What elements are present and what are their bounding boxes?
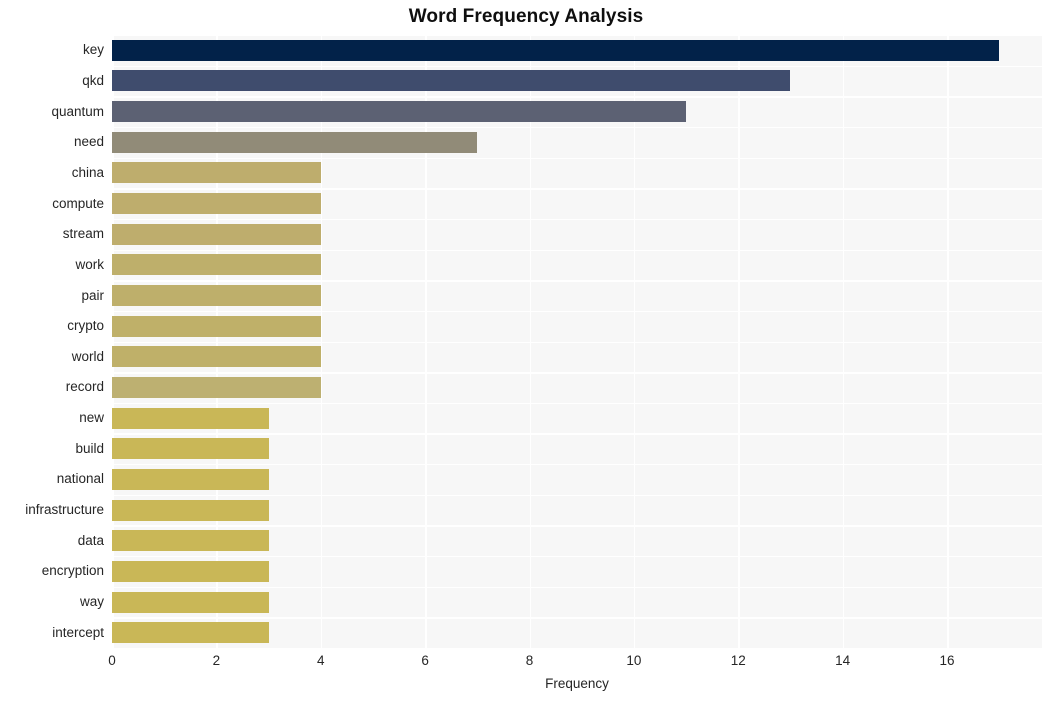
x-tick-label-2: 2 <box>212 653 221 668</box>
bar-china[interactable] <box>112 162 321 184</box>
bar-row[interactable] <box>112 499 1042 521</box>
y-tick-label-need: need <box>73 134 104 150</box>
bar-row[interactable] <box>112 70 1042 92</box>
y-tick-label-quantum: quantum <box>51 103 104 119</box>
y-tick-label-key: key <box>82 42 104 58</box>
y-tick-label-encryption: encryption <box>41 563 104 579</box>
bar-row[interactable] <box>112 162 1042 184</box>
bar-row[interactable] <box>112 407 1042 429</box>
bar-row[interactable] <box>112 223 1042 245</box>
bar-row[interactable] <box>112 315 1042 337</box>
bar-row[interactable] <box>112 193 1042 215</box>
y-tick-label-china: china <box>71 164 104 180</box>
bar-row[interactable] <box>112 254 1042 276</box>
x-tick-label-16: 16 <box>939 653 955 668</box>
x-tick-label-14: 14 <box>835 653 851 668</box>
bar-qkd[interactable] <box>112 70 791 92</box>
bar-row[interactable] <box>112 468 1042 490</box>
y-axis-tick-labels: key qkd quantum need china compute stream work p… <box>0 35 104 648</box>
bar-row[interactable] <box>112 131 1042 153</box>
bar-world[interactable] <box>112 346 321 368</box>
y-tick-label-new: new <box>79 410 104 426</box>
y-tick-label-build: build <box>75 440 104 456</box>
y-tick-label-compute: compute <box>52 195 104 211</box>
bar-row[interactable] <box>112 346 1042 368</box>
bar-row[interactable] <box>112 560 1042 582</box>
bar-row[interactable] <box>112 101 1042 123</box>
x-tick-label-4: 4 <box>316 653 325 668</box>
bar-way[interactable] <box>112 591 269 613</box>
x-tick-label-12: 12 <box>730 653 746 668</box>
plot-area <box>112 35 1042 650</box>
y-tick-label-pair: pair <box>81 287 104 303</box>
bar-record[interactable] <box>112 376 321 398</box>
bar-encryption[interactable] <box>112 560 269 582</box>
y-tick-label-crypto: crypto <box>67 318 104 334</box>
bar-build[interactable] <box>112 438 269 460</box>
x-tick-label-10: 10 <box>626 653 642 668</box>
bar-work[interactable] <box>112 254 321 276</box>
bar-row[interactable] <box>112 376 1042 398</box>
y-tick-label-national: national <box>56 471 104 487</box>
bar-row[interactable] <box>112 285 1042 307</box>
x-tick-label-8: 8 <box>525 653 534 668</box>
page-title: Word Frequency Analysis <box>408 6 644 27</box>
y-tick-label-world: world <box>71 348 104 364</box>
bar-quantum[interactable] <box>112 101 687 123</box>
bar-national[interactable] <box>112 468 269 490</box>
y-tick-label-stream: stream <box>62 226 104 242</box>
bars-layer <box>112 35 1042 648</box>
bar-row[interactable] <box>112 622 1042 644</box>
y-tick-label-record: record <box>65 379 104 395</box>
bar-need[interactable] <box>112 131 478 153</box>
x-axis-title: Frequency <box>545 676 609 691</box>
y-tick-label-qkd: qkd <box>82 72 104 88</box>
y-tick-label-intercept: intercept <box>52 624 104 640</box>
chart-figure: Word Frequency Analysis key qkd quantum nee… <box>0 0 1052 701</box>
bar-row[interactable] <box>112 438 1042 460</box>
y-tick-label-infrastructure: infrastructure <box>25 502 104 518</box>
bar-new[interactable] <box>112 407 269 429</box>
x-tick-label-0: 0 <box>108 653 116 668</box>
bar-data[interactable] <box>112 530 269 552</box>
bar-crypto[interactable] <box>112 315 321 337</box>
x-axis-tick-labels: 0 2 4 6 8 10 12 14 16 <box>0 648 1052 678</box>
bar-pair[interactable] <box>112 285 321 307</box>
bar-infrastructure[interactable] <box>112 499 269 521</box>
x-tick-label-6: 6 <box>421 653 429 668</box>
bar-compute[interactable] <box>112 193 321 215</box>
bar-stream[interactable] <box>112 223 321 245</box>
bar-intercept[interactable] <box>112 622 269 644</box>
y-tick-label-data: data <box>77 532 104 548</box>
bar-row[interactable] <box>112 39 1042 61</box>
y-tick-label-work: work <box>75 256 104 272</box>
bar-row[interactable] <box>112 530 1042 552</box>
bar-row[interactable] <box>112 591 1042 613</box>
bar-key[interactable] <box>112 39 1000 61</box>
y-tick-label-way: way <box>79 594 104 610</box>
